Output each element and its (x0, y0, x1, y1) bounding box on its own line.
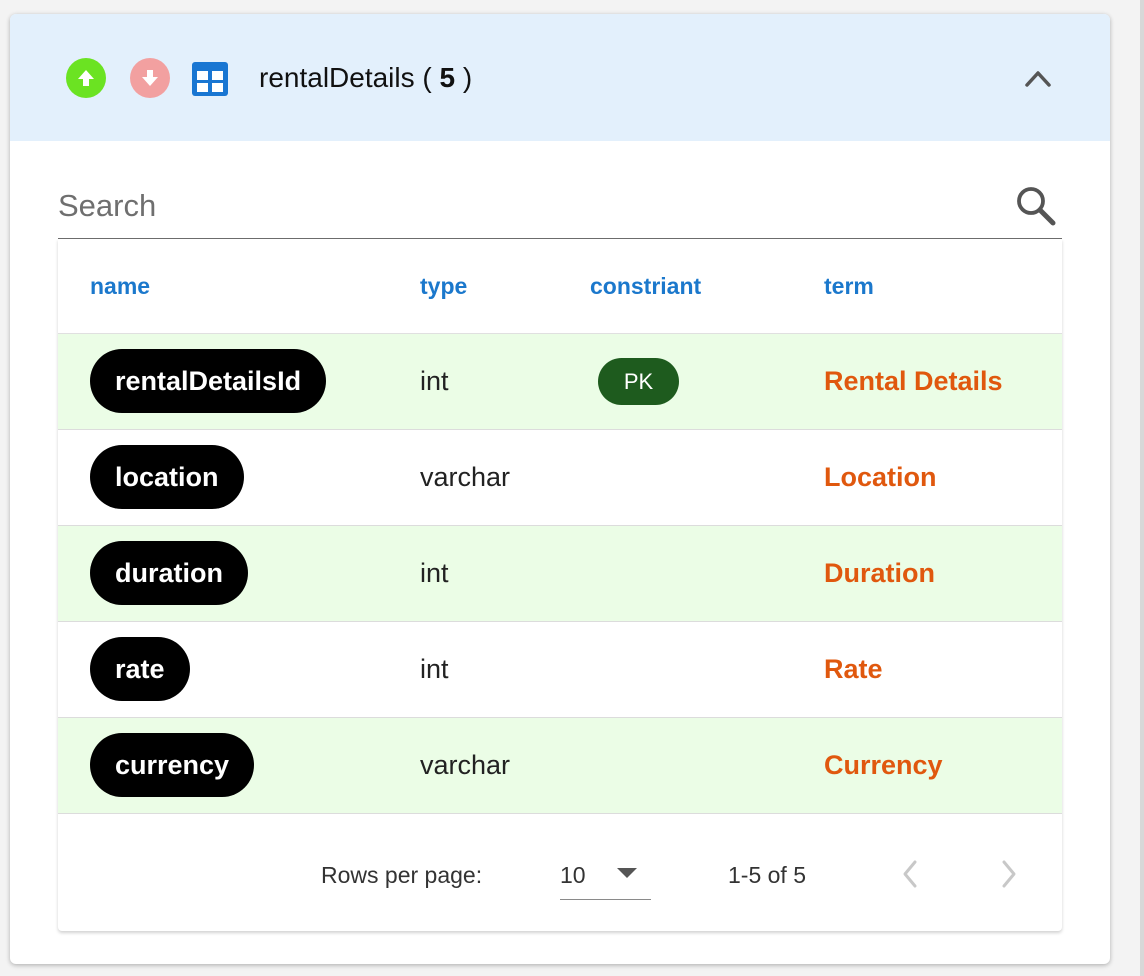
search-icon[interactable] (1014, 184, 1058, 228)
table-title: rentalDetails ( 5 ) (259, 58, 472, 98)
type-cell: int (420, 366, 449, 396)
table-row[interactable]: rentalDetailsId int PK Rental Details (58, 334, 1062, 430)
chevron-up-icon[interactable] (1022, 64, 1054, 92)
chevron-left-icon[interactable] (900, 857, 920, 891)
table-row[interactable]: currency varchar Currency (58, 718, 1062, 814)
arrow-up-icon (78, 70, 94, 86)
rows-per-page-select[interactable]: 10 (560, 851, 651, 900)
type-cell: int (420, 558, 449, 588)
open-paren: ( (422, 62, 432, 93)
table-card: rentalDetails ( 5 ) name type constriant… (10, 14, 1110, 964)
type-cell: int (420, 654, 449, 684)
card-header[interactable]: rentalDetails ( 5 ) (10, 14, 1110, 141)
column-name-chip[interactable]: rate (90, 637, 190, 701)
term-link[interactable]: Rental Details (824, 334, 1003, 429)
move-up-button[interactable] (66, 58, 106, 98)
term-link[interactable]: Currency (824, 718, 943, 813)
rows-per-page-value: 10 (560, 862, 586, 888)
move-down-button[interactable] (130, 58, 170, 98)
table-header-row: name type constriant term (58, 239, 1062, 334)
column-name-chip[interactable]: location (90, 445, 244, 509)
table-name: rentalDetails (259, 62, 415, 93)
column-count: 5 (439, 62, 456, 93)
column-header-type[interactable]: type (420, 239, 467, 333)
chevron-right-icon[interactable] (999, 857, 1019, 891)
arrow-down-icon (142, 70, 158, 86)
pk-badge: PK (598, 358, 679, 405)
term-link[interactable]: Duration (824, 526, 935, 621)
search-field (58, 174, 1062, 239)
term-link[interactable]: Rate (824, 622, 883, 717)
column-header-name[interactable]: name (90, 239, 150, 333)
dropdown-arrow-icon (617, 868, 637, 878)
type-cell: varchar (420, 462, 511, 492)
table-pagination: Rows per page: 10 1-5 of 5 (58, 815, 1062, 931)
column-header-term[interactable]: term (824, 239, 874, 333)
column-header-constraint[interactable]: constriant (590, 239, 701, 333)
column-name-chip[interactable]: duration (90, 541, 248, 605)
rows-per-page-label: Rows per page: (321, 862, 483, 888)
close-paren: ) (462, 62, 473, 93)
page-range: 1-5 of 5 (728, 862, 806, 888)
column-name-chip[interactable]: rentalDetailsId (90, 349, 327, 413)
search-input[interactable] (58, 186, 988, 226)
term-link[interactable]: Location (824, 430, 937, 525)
columns-table: name type constriant term rentalDetailsI… (58, 239, 1062, 931)
type-cell: varchar (420, 750, 511, 780)
table-row[interactable]: location varchar Location (58, 430, 1062, 526)
window-edge (1140, 0, 1144, 976)
table-view-icon[interactable] (191, 60, 229, 98)
column-name-chip[interactable]: currency (90, 733, 255, 797)
table-row[interactable]: duration int Duration (58, 526, 1062, 622)
table-row[interactable]: rate int Rate (58, 622, 1062, 718)
